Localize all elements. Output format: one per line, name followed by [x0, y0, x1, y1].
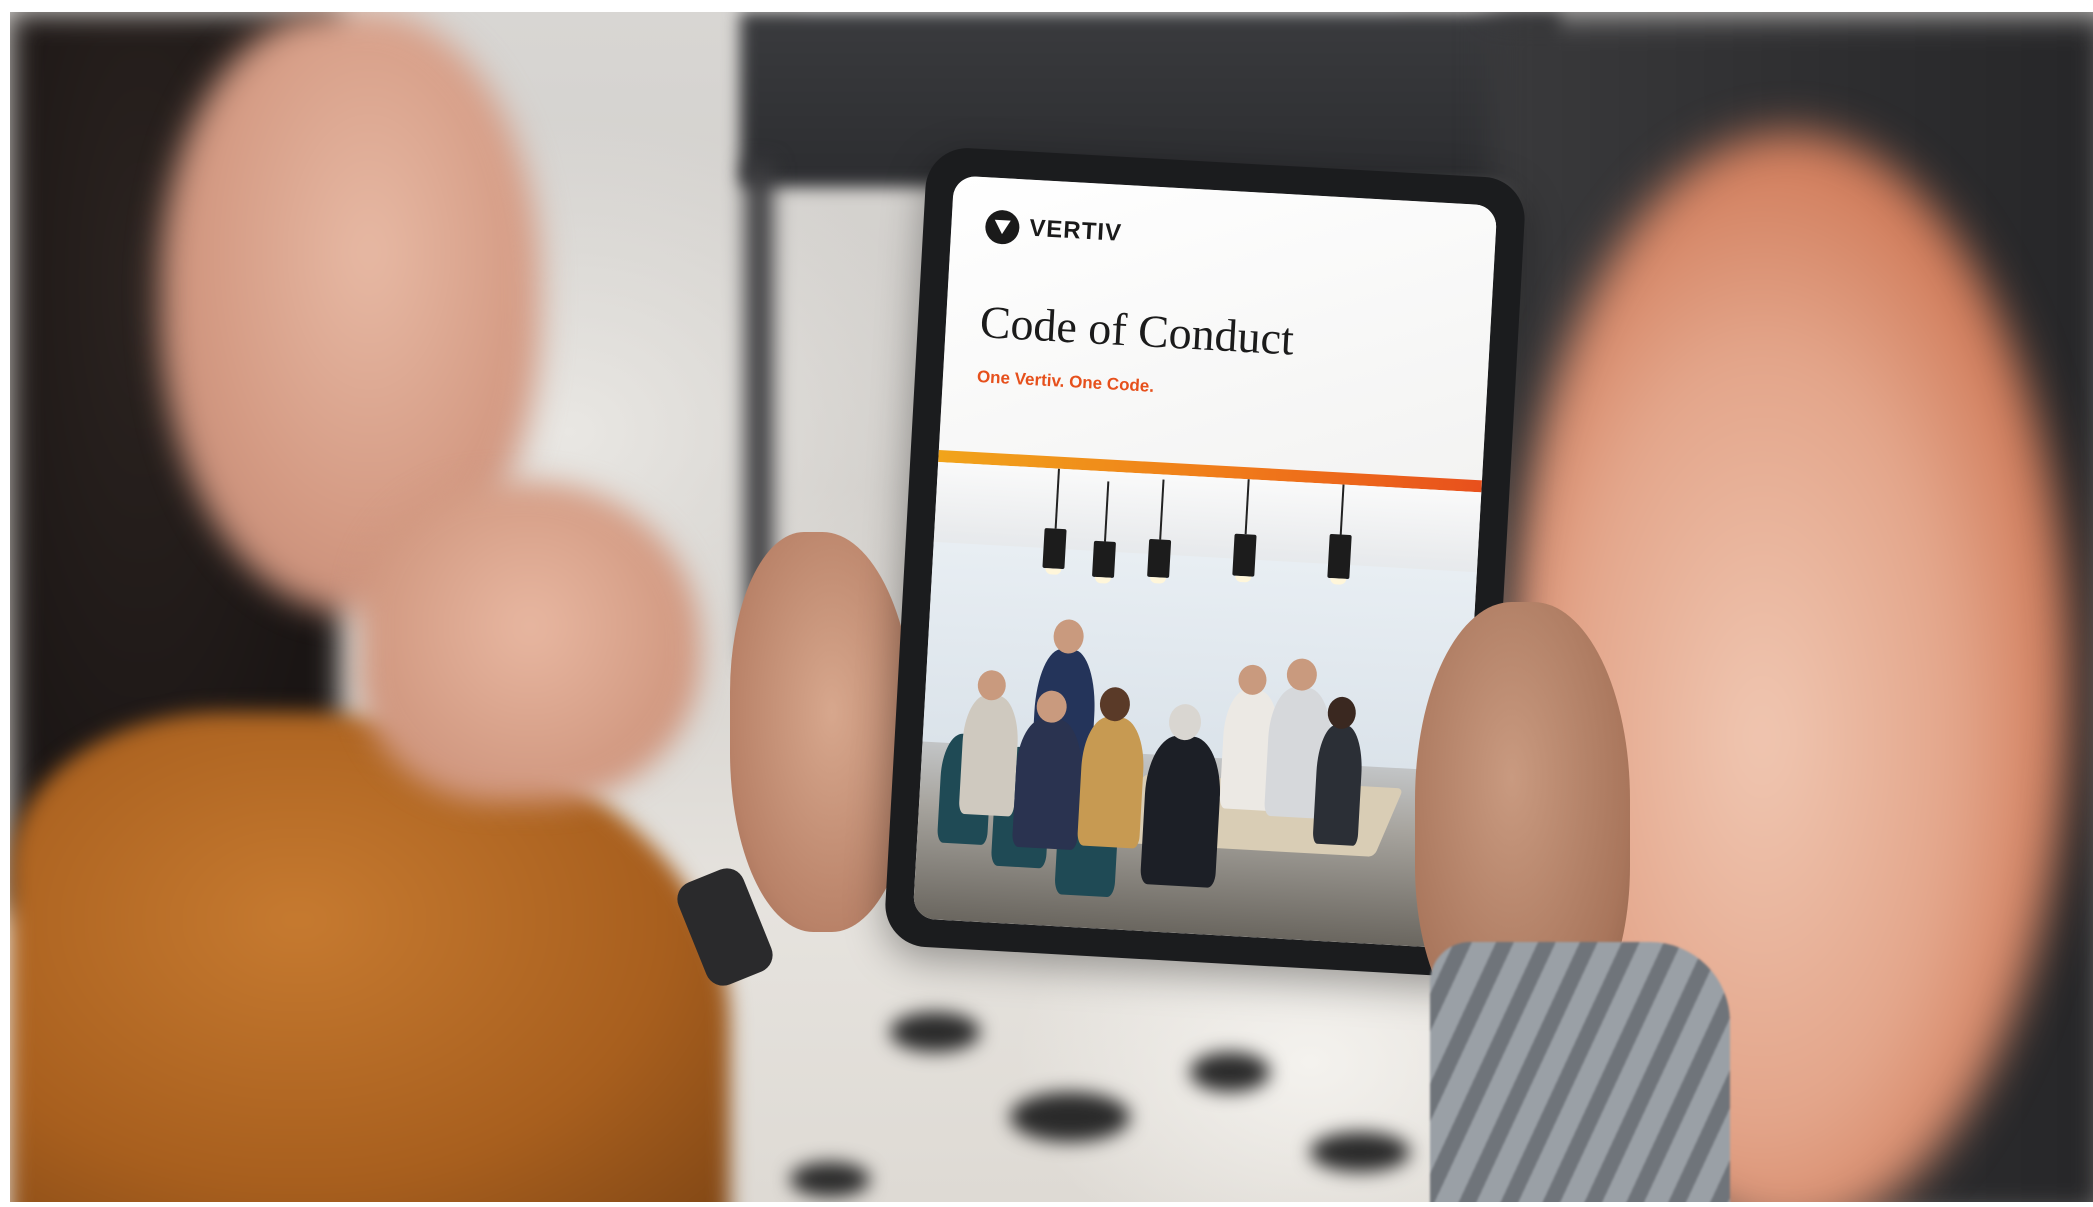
vertiv-logo-icon: [984, 209, 1021, 246]
striped-sleeve: [1430, 942, 1730, 1202]
rug-pattern: [1190, 1052, 1270, 1092]
left-person-sweater: [10, 712, 730, 1202]
attendee: [1139, 734, 1224, 889]
rug-pattern: [1010, 1092, 1130, 1142]
attendee: [1076, 715, 1147, 849]
attendee: [1011, 716, 1084, 851]
cover-header: VERTIV Code of Conduct One Vertiv. One C…: [938, 175, 1498, 481]
cover-subtitle: One Vertiv. One Code.: [976, 366, 1155, 396]
pendant-lamp: [1232, 533, 1257, 577]
cover-title: Code of Conduct: [978, 296, 1296, 365]
left-person-hand: [360, 482, 700, 802]
brand: VERTIV: [984, 209, 1123, 251]
rug-pattern: [890, 1012, 980, 1052]
rug-pattern: [1310, 1132, 1410, 1172]
attendee: [958, 693, 1021, 817]
pendant-lamp: [1092, 540, 1116, 578]
pendant-lamp: [1147, 538, 1172, 579]
tablet-screen[interactable]: VERTIV Code of Conduct One Vertiv. One C…: [912, 175, 1498, 949]
meeting-photo: [912, 461, 1482, 949]
pendant-lamp: [1327, 533, 1352, 580]
pendant-lamp: [1042, 527, 1067, 570]
photo: VERTIV Code of Conduct One Vertiv. One C…: [10, 12, 2093, 1202]
rug-pattern: [790, 1162, 870, 1197]
brand-name: VERTIV: [1028, 214, 1123, 247]
